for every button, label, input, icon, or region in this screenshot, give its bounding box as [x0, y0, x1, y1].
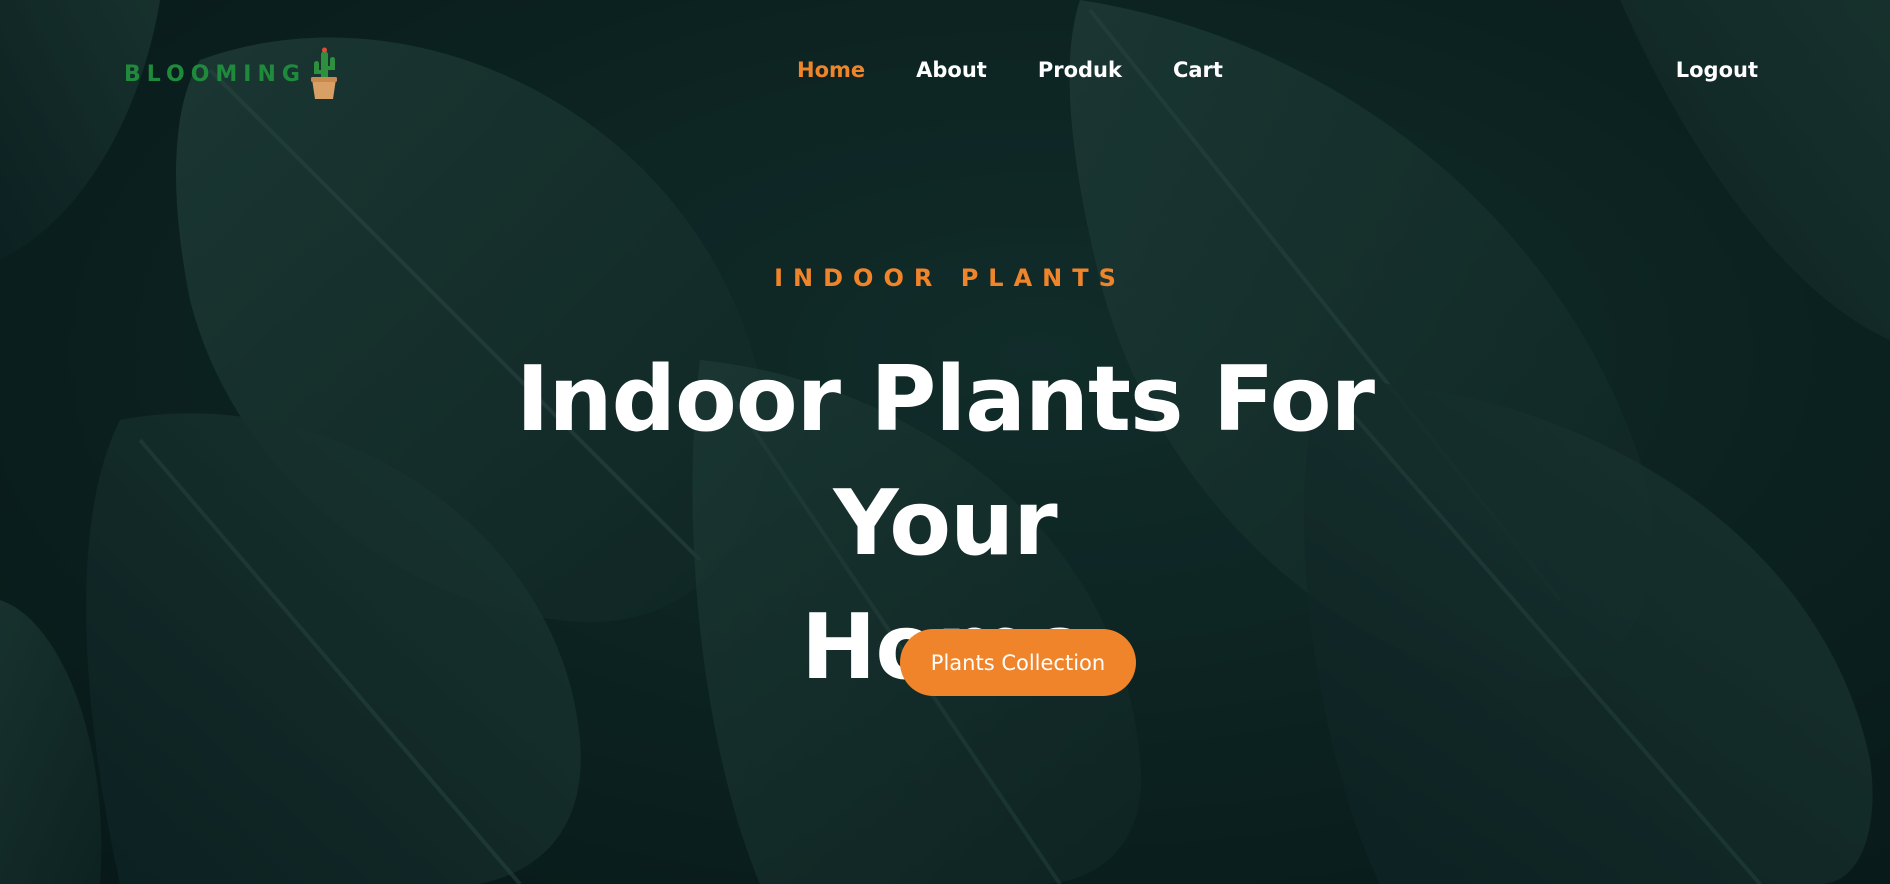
- hero-section: BLOOMING Home About Produk Cart Logout I…: [0, 0, 1890, 884]
- brand-logo[interactable]: BLOOMING: [124, 46, 340, 102]
- hero-eyebrow: INDOOR PLANTS: [774, 264, 1126, 292]
- brand-name: BLOOMING: [124, 61, 306, 87]
- logout-link[interactable]: Logout: [1676, 58, 1758, 82]
- main-nav: Home About Produk Cart: [797, 58, 1274, 82]
- nav-produk-link[interactable]: Produk: [1038, 58, 1122, 82]
- nav-home-link[interactable]: Home: [797, 58, 865, 82]
- plants-collection-button[interactable]: Plants Collection: [900, 629, 1136, 696]
- cactus-pot-icon: [310, 47, 337, 99]
- nav-cart-link[interactable]: Cart: [1173, 58, 1223, 82]
- nav-about-link[interactable]: About: [916, 58, 987, 82]
- hero-headline-line1: Indoor Plants For Your: [516, 347, 1375, 576]
